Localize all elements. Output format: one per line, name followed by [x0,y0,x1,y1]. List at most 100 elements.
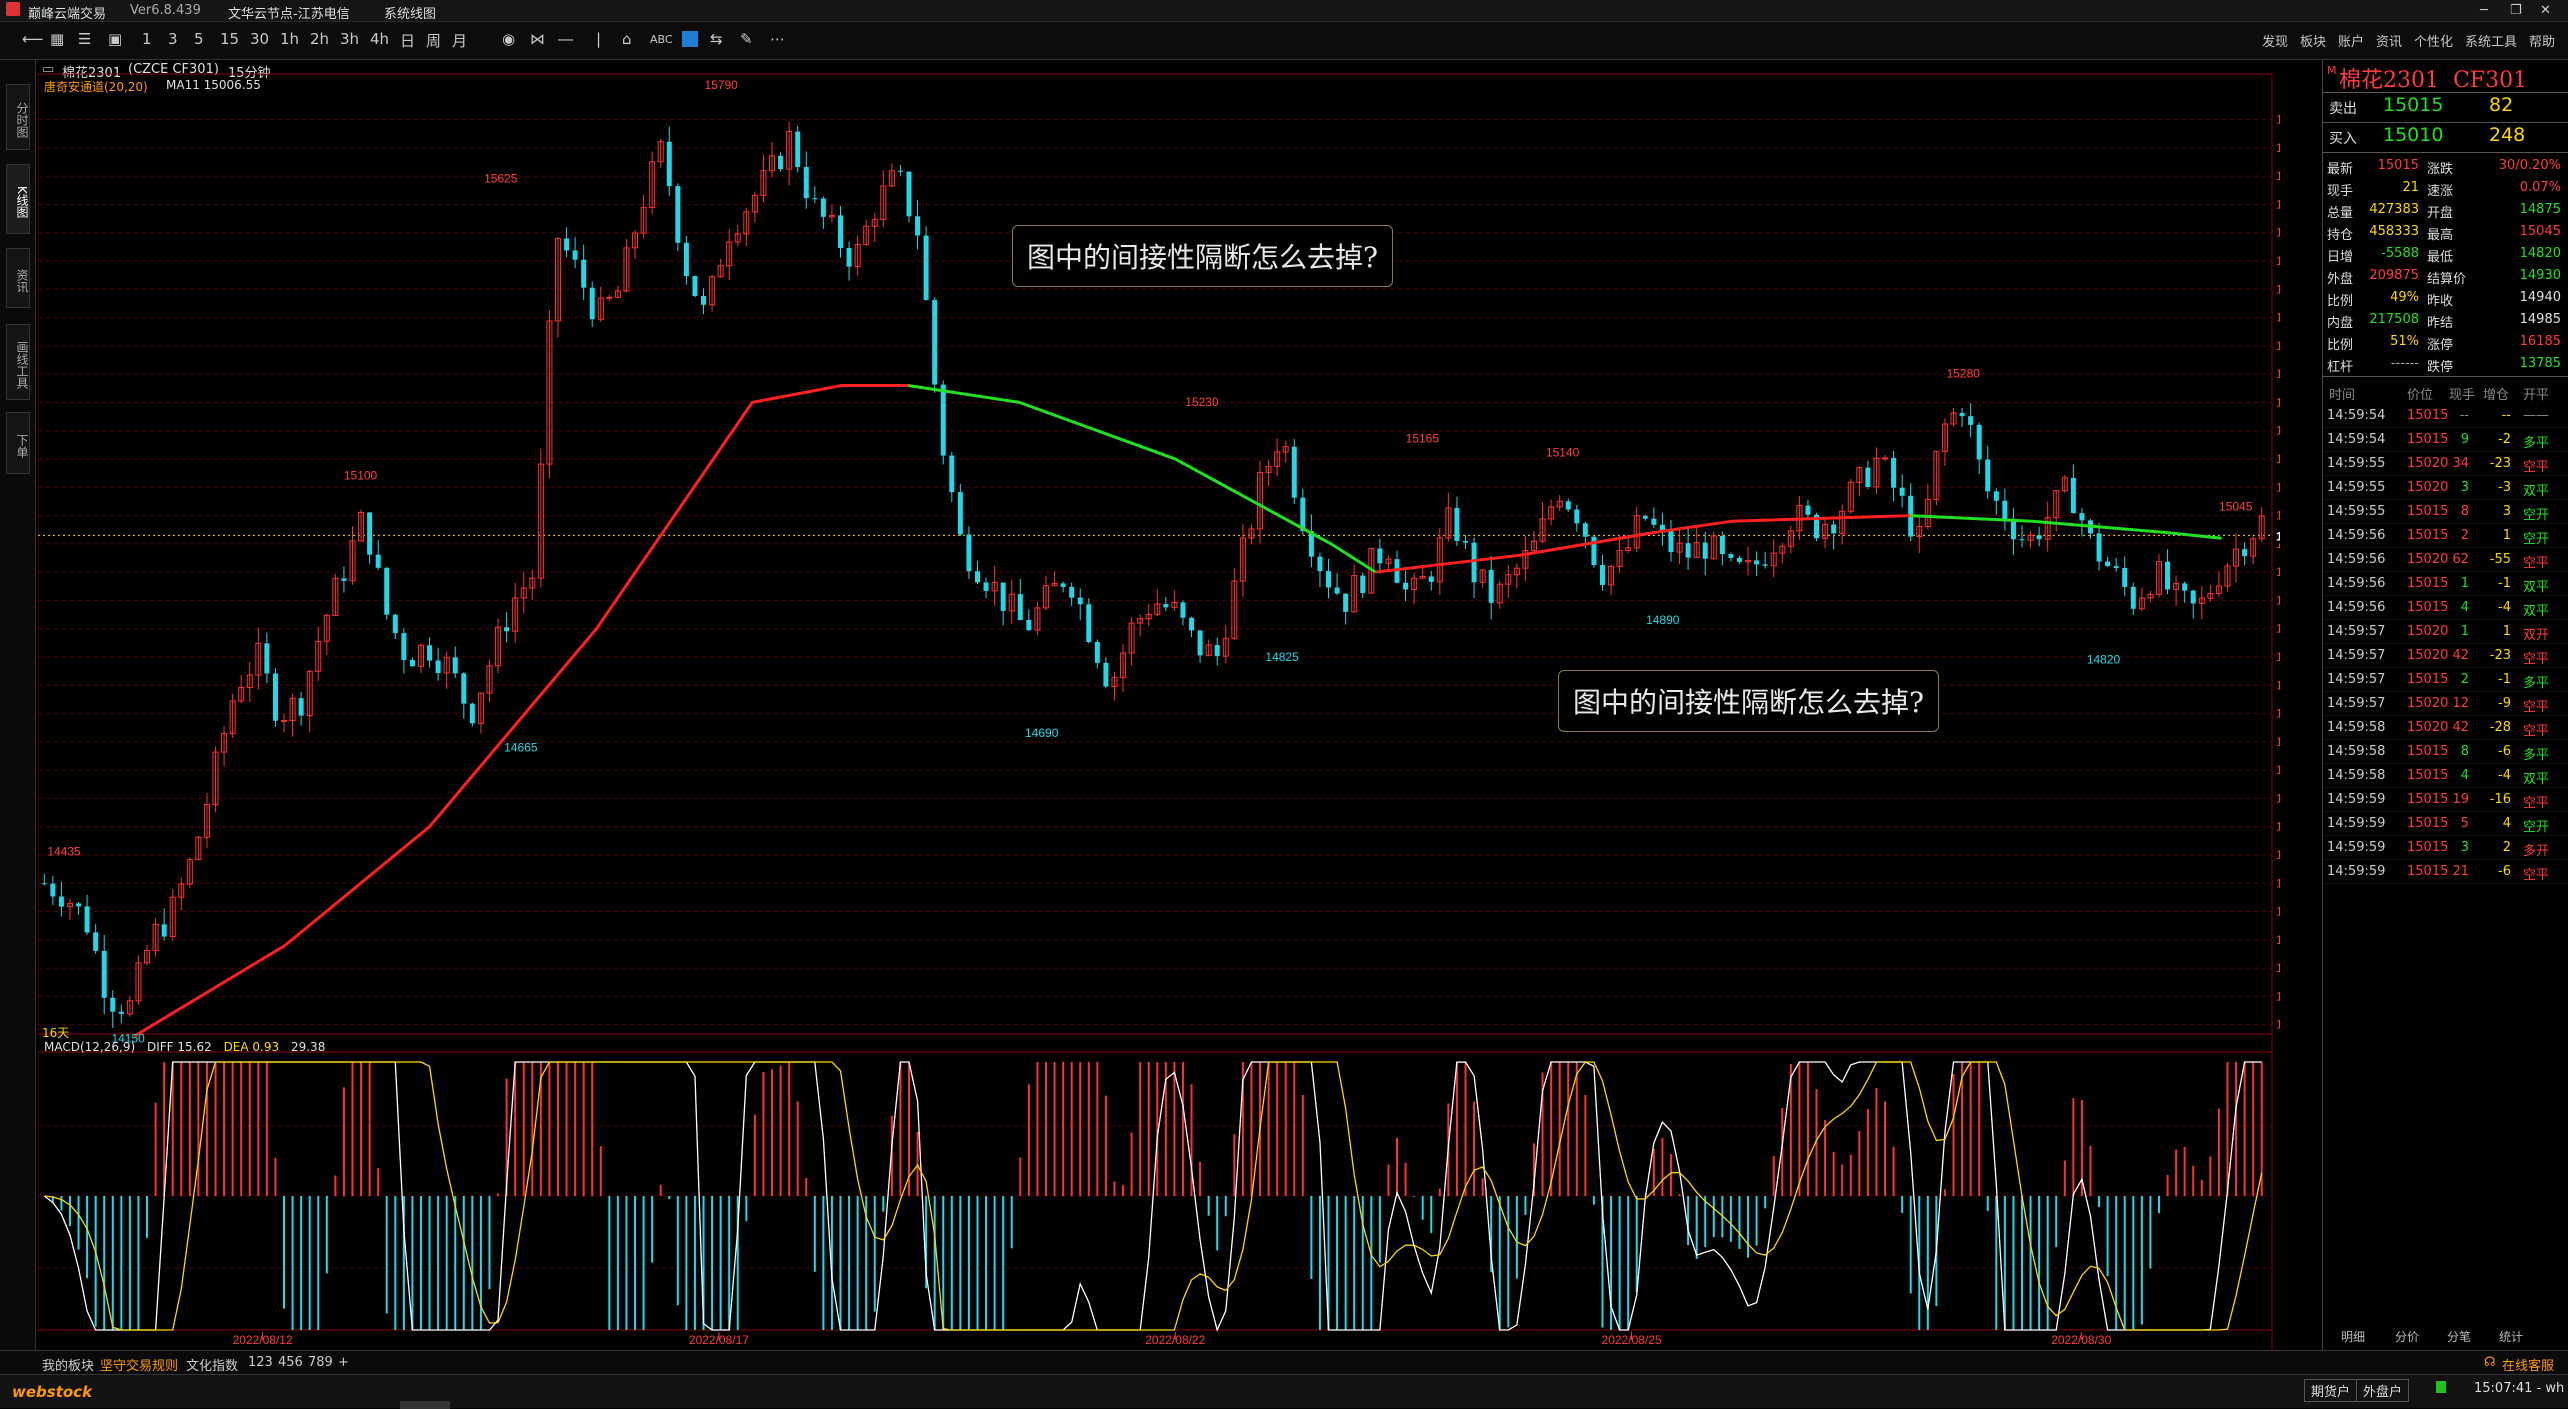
candle-body-250 [2182,583,2188,591]
menu-item-2[interactable]: 账户 [2338,31,2364,50]
buy-price[interactable]: 15010 [2383,124,2443,146]
left-tab-2[interactable]: 资讯 [6,248,30,308]
period-button-0[interactable]: 1 [142,30,152,48]
price-tick-2: 14250 [2276,961,2280,975]
foreign-account-button[interactable]: 外盘户 [2356,1379,2410,1402]
bottom-tab-0[interactable]: 我的板块 [42,1355,94,1374]
period-button-2[interactable]: 5 [194,30,204,48]
candle-body-63 [581,259,587,288]
bottom-tab-1[interactable]: 坚守交易规则 [100,1355,179,1376]
grid-icon[interactable]: ▦ [50,30,64,48]
macd-label[interactable]: MACD(12,26,9) [44,1040,135,1054]
online-service-link[interactable]: 在线客服 [2502,1355,2554,1374]
candle-body-38 [367,512,373,555]
period-button-8[interactable]: 4h [370,30,389,48]
trade-oi-change: -- [2501,408,2511,423]
detail-tab-2[interactable]: 分笔 [2447,1328,2471,1345]
detail-tab-1[interactable]: 分价 [2395,1328,2419,1345]
trade-type: 空平 [2523,700,2550,715]
more-icon[interactable]: ⋯ [770,30,785,48]
left-tab-0[interactable]: 分时图 [6,84,30,150]
ruler-icon[interactable]: ⇆ [710,30,723,48]
period-button-10[interactable]: 周 [426,30,441,51]
trade-time: 14:59:58 [2327,768,2386,783]
quote-label: 最新 [2327,162,2354,177]
price-tick-4: 14350 [2276,905,2280,919]
menu-item-6[interactable]: 帮助 [2529,31,2555,50]
current-price-label: 15015 [2276,529,2280,543]
minimize-button[interactable]: ─ [2480,3,2488,18]
candle-body-73 [666,141,672,187]
left-tab-1[interactable]: K线图 [6,164,30,234]
menu-item-3[interactable]: 资讯 [2376,31,2402,50]
trade-oi-change: -2 [2498,432,2511,447]
quote-row-6: 比例 49% 昨收 14940 [2323,288,2568,310]
bottom-tab-2[interactable]: 文化指数 [186,1355,238,1374]
period-button-3[interactable]: 15 [220,30,239,48]
detail-tab-3[interactable]: 统计 [2499,1328,2523,1345]
trade-time: 14:59:57 [2327,624,2386,639]
candle-body-43 [409,660,415,667]
period-button-11[interactable]: 月 [452,30,467,51]
trade-oi-change: -1 [2498,672,2511,687]
candle-body-217 [1899,487,1905,496]
futures-account-button[interactable]: 期货户 [2304,1379,2358,1402]
back-arrow-icon[interactable]: ⟵ [22,30,44,48]
sell-price[interactable]: 15015 [2383,94,2443,116]
price-tick-19: 15100 [2276,480,2280,494]
eye-icon[interactable]: ◉ [502,30,515,48]
bowtie-icon[interactable]: ⋈ [530,30,545,48]
period-button-1[interactable]: 3 [168,30,178,48]
close-button[interactable]: ✕ [2540,3,2551,18]
annotation-bubble-2[interactable]: 图中的间接性隔断怎么去掉? [1558,670,1940,732]
trade-volume: 8 [2460,504,2469,519]
detail-tab-0[interactable]: 明细 [2341,1328,2365,1345]
price-tick-24: 15350 [2276,339,2280,353]
period-days-label: 16天 [42,1026,70,1040]
menu-item-4[interactable]: 个性化 [2414,31,2453,50]
date-label-4: 2022/08/30 [2051,1333,2111,1347]
candle-body-107 [957,492,963,535]
candle-body-26 [264,643,270,674]
menu-item-5[interactable]: 系统工具 [2465,31,2517,50]
period-button-5[interactable]: 1h [280,30,299,48]
quote-value: 217508 [2369,312,2419,327]
candle-body-159 [1403,582,1409,590]
bottom-tab-3[interactable]: 123 [248,1355,273,1370]
draw-icon[interactable]: ✎ [740,30,753,48]
sys-menu[interactable]: 系统线图 [384,3,436,22]
server-node[interactable]: 文华云节点-江苏电信 [228,3,350,22]
trades-header: 时间 价位 现手 增仓 开平 [2323,380,2568,404]
maximize-button[interactable]: ❐ [2510,3,2522,18]
candle-body-121 [1077,597,1083,605]
trade-time: 14:59:56 [2327,576,2386,591]
trade-type: 双平 [2523,484,2550,499]
chart-icon[interactable]: ▣ [108,30,122,48]
list-icon[interactable]: ☰ [78,30,91,48]
bottom-tab-5[interactable]: 789 [308,1355,333,1370]
menu-item-1[interactable]: 板块 [2300,31,2326,50]
macd-dea: DEA 0.93 [223,1040,280,1054]
candle-body-257 [2242,549,2248,557]
period-button-6[interactable]: 2h [310,30,329,48]
left-tab-4[interactable]: 下单 [6,412,30,474]
bottom-tab-4[interactable]: 456 [278,1355,303,1370]
text-tool-button[interactable]: ABC [650,33,673,46]
price-annotation-0: 14435 [47,844,81,858]
app-title: 巅峰云端交易 [28,7,107,22]
line-icon[interactable]: ― [558,30,573,48]
period-button-7[interactable]: 3h [340,30,359,48]
home-icon[interactable]: ⌂ [622,30,632,48]
cursor-icon[interactable]: | [596,30,601,48]
left-tab-3[interactable]: 画线工具 [6,324,30,400]
price-tick-11: 14700 [2276,707,2280,721]
menu-item-0[interactable]: 发现 [2262,31,2288,50]
period-button-4[interactable]: 30 [250,30,269,48]
annotation-bubble-1[interactable]: 图中的间接性隔断怎么去掉? [1012,225,1394,287]
candle-body-196 [1719,535,1725,555]
market-marker: M [2327,64,2337,77]
color-square-icon[interactable] [682,31,698,47]
trade-price: 15020 [2407,480,2449,495]
period-button-9[interactable]: 日 [400,30,415,51]
bottom-tab-6[interactable]: + [338,1355,349,1370]
